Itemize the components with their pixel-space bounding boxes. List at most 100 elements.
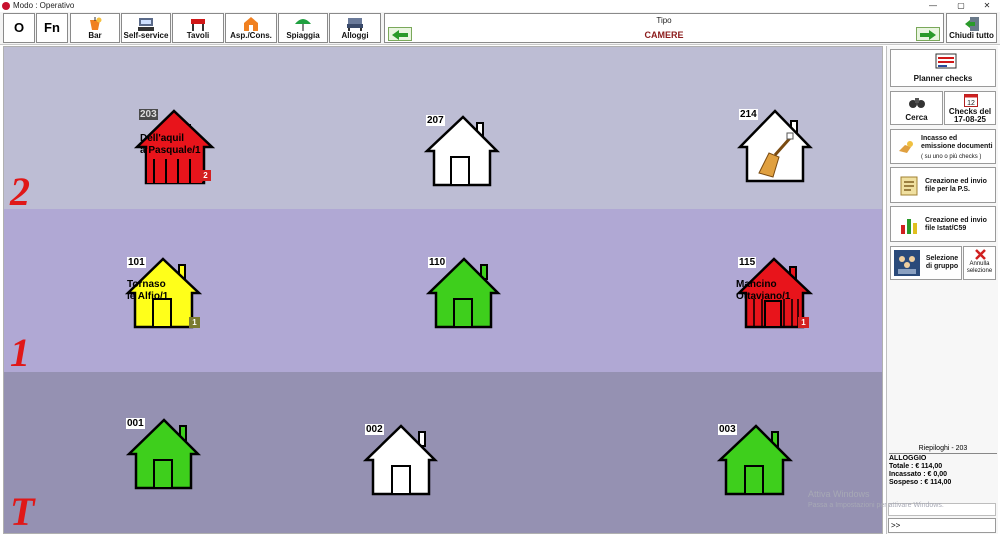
asp-cons-label: Asp./Cons.	[230, 31, 272, 40]
guest-name: Tornaso le Alfio/1	[127, 279, 169, 302]
istat-label: Creazione ed invio file Istat/C59	[925, 217, 987, 232]
toolbar: O Fn Bar Self-service Tavoli Asp./Cons.	[0, 12, 1000, 45]
app-window: Modo : Operativo — ▢ ✕ O Fn Bar Self-ser…	[0, 0, 1000, 537]
payment-icon	[899, 141, 913, 153]
selezione-gruppo-label: Selezione di gruppo	[925, 255, 959, 270]
table-icon	[191, 19, 205, 31]
room-number: 101	[127, 257, 146, 268]
cash-register-icon	[138, 18, 154, 31]
exit-icon	[964, 17, 979, 31]
spiaggia-label: Spiaggia	[286, 31, 320, 40]
riepilogo-totale: Totale : € 114,00	[889, 463, 943, 470]
room-214[interactable]: 214	[735, 107, 825, 193]
room-110[interactable]: 110	[426, 255, 516, 341]
cerca-label: Cerca	[905, 113, 928, 122]
document-icon	[900, 176, 918, 196]
planner-icon	[935, 53, 957, 69]
group-icon	[894, 250, 920, 276]
room-207[interactable]: 207	[422, 113, 512, 199]
tipo-label: Tipo	[656, 16, 672, 25]
takeaway-icon	[244, 17, 258, 31]
floor-1: 1 101 Tornaso le Alfio/1 1 110 115 Manci…	[4, 209, 882, 375]
tipo-box: Tipo CAMERE	[384, 13, 944, 43]
chiudi-tutto-button[interactable]: Chiudi tutto	[946, 13, 997, 43]
command-input[interactable]: >>	[888, 518, 996, 533]
room-number: 207	[426, 115, 445, 126]
bar-label: Bar	[88, 31, 102, 40]
annulla-selezione-label: Annulla selezione	[966, 261, 993, 274]
alloggi-button[interactable]: Alloggi	[329, 13, 381, 43]
drink-icon	[90, 17, 102, 30]
cancel-x-icon	[975, 249, 986, 260]
room-203[interactable]: 203 Dell'aquil a Pasquale/1 2	[132, 107, 222, 193]
alloggi-label: Alloggi	[341, 31, 369, 40]
asp-cons-button[interactable]: Asp./Cons.	[225, 13, 277, 43]
riepilogo-panel: Riepiloghi - 203 ALLOGGIO Totale : € 114…	[889, 445, 997, 487]
bed-icon	[347, 18, 363, 31]
room-003[interactable]: 003	[716, 422, 806, 508]
room-number: 110	[428, 257, 447, 268]
floor-t: T 001 002 003	[4, 372, 882, 533]
room-101[interactable]: 101 Tornaso le Alfio/1 1	[123, 255, 213, 341]
watermark-line-1: Attiva Windows	[808, 489, 870, 499]
planner-checks-button[interactable]: Planner checks	[890, 49, 996, 87]
room-number: 002	[365, 424, 384, 435]
floor-label-2: 2	[10, 169, 30, 214]
guest-name: Mancino Ottaviano/1	[736, 279, 791, 302]
riepilogo-incassato: Incassato : € 0,00	[889, 471, 947, 478]
room-number: 001	[126, 418, 145, 429]
minimize-button[interactable]: —	[920, 0, 946, 12]
room-number: 003	[718, 424, 737, 435]
checks-del-button[interactable]: 12 Checks del 17-08-25	[944, 91, 996, 125]
self-service-button[interactable]: Self-service	[121, 13, 171, 43]
istat-button[interactable]: Creazione ed invio file Istat/C59	[890, 206, 996, 242]
annulla-selezione-button[interactable]: Annulla selezione	[963, 246, 996, 280]
bar-chart-icon	[901, 219, 917, 234]
chiudi-tutto-label: Chiudi tutto	[949, 31, 994, 40]
title-bar: Modo : Operativo — ▢ ✕	[0, 0, 1000, 12]
next-tipo-button[interactable]	[916, 27, 940, 41]
o-button[interactable]: O	[3, 13, 35, 43]
calendar-icon: 12	[964, 94, 978, 107]
room-number: 214	[739, 109, 758, 120]
incasso-sub: ( su uno o più checks )	[921, 154, 982, 160]
maximize-button[interactable]: ▢	[948, 0, 974, 12]
checks-date: 17-08-25	[953, 115, 987, 124]
floor-2: 2 203 Dell'aquil a Pasquale/1 2 207 214	[4, 47, 882, 214]
room-002[interactable]: 002	[363, 422, 453, 508]
room-number: 115	[738, 257, 757, 268]
ps-button[interactable]: Creazione ed invio file per la P.S.	[890, 167, 996, 203]
self-service-label: Self-service	[123, 31, 169, 40]
arrow-left-icon	[392, 30, 408, 40]
tipo-value: CAMERE	[644, 30, 684, 40]
planner-label: Planner checks	[913, 74, 973, 83]
floor-label-t: T	[10, 489, 35, 534]
umbrella-icon	[295, 19, 311, 31]
tavoli-button[interactable]: Tavoli	[172, 13, 224, 43]
tavoli-label: Tavoli	[186, 31, 210, 40]
guest-name: Dell'aquil a Pasquale/1	[140, 133, 201, 156]
spiaggia-button[interactable]: Spiaggia	[278, 13, 328, 43]
room-115[interactable]: 115 Mancino Ottaviano/1 1	[734, 255, 824, 341]
close-window-button[interactable]: ✕	[974, 0, 1000, 12]
incasso-label: Incasso ed emissione documenti	[921, 135, 993, 150]
room-001[interactable]: 001	[124, 416, 214, 502]
room-number: 203	[139, 109, 158, 120]
app-icon	[2, 2, 10, 10]
previous-tipo-button[interactable]	[388, 27, 412, 41]
incasso-button[interactable]: Incasso ed emissione documenti ( su uno …	[890, 129, 996, 164]
occupants-badge: 1	[189, 317, 200, 328]
occupants-badge: 1	[798, 317, 809, 328]
occupants-badge: 2	[200, 170, 211, 181]
floors-area: 2 203 Dell'aquil a Pasquale/1 2 207 214 …	[3, 46, 883, 534]
bar-button[interactable]: Bar	[70, 13, 120, 43]
calendar-day: 12	[967, 100, 975, 107]
binoculars-icon	[909, 98, 925, 108]
ps-label: Creazione ed invio file per la P.S.	[925, 178, 987, 193]
selezione-gruppo-button[interactable]: Selezione di gruppo	[890, 246, 962, 280]
cerca-button[interactable]: Cerca	[890, 91, 943, 125]
floor-label-1: 1	[10, 330, 30, 375]
fn-button[interactable]: Fn	[36, 13, 68, 43]
windows-activation-watermark: Attiva Windows Passa a Impostazioni per …	[808, 489, 944, 511]
riepilogo-title: Riepiloghi - 203	[889, 445, 997, 454]
